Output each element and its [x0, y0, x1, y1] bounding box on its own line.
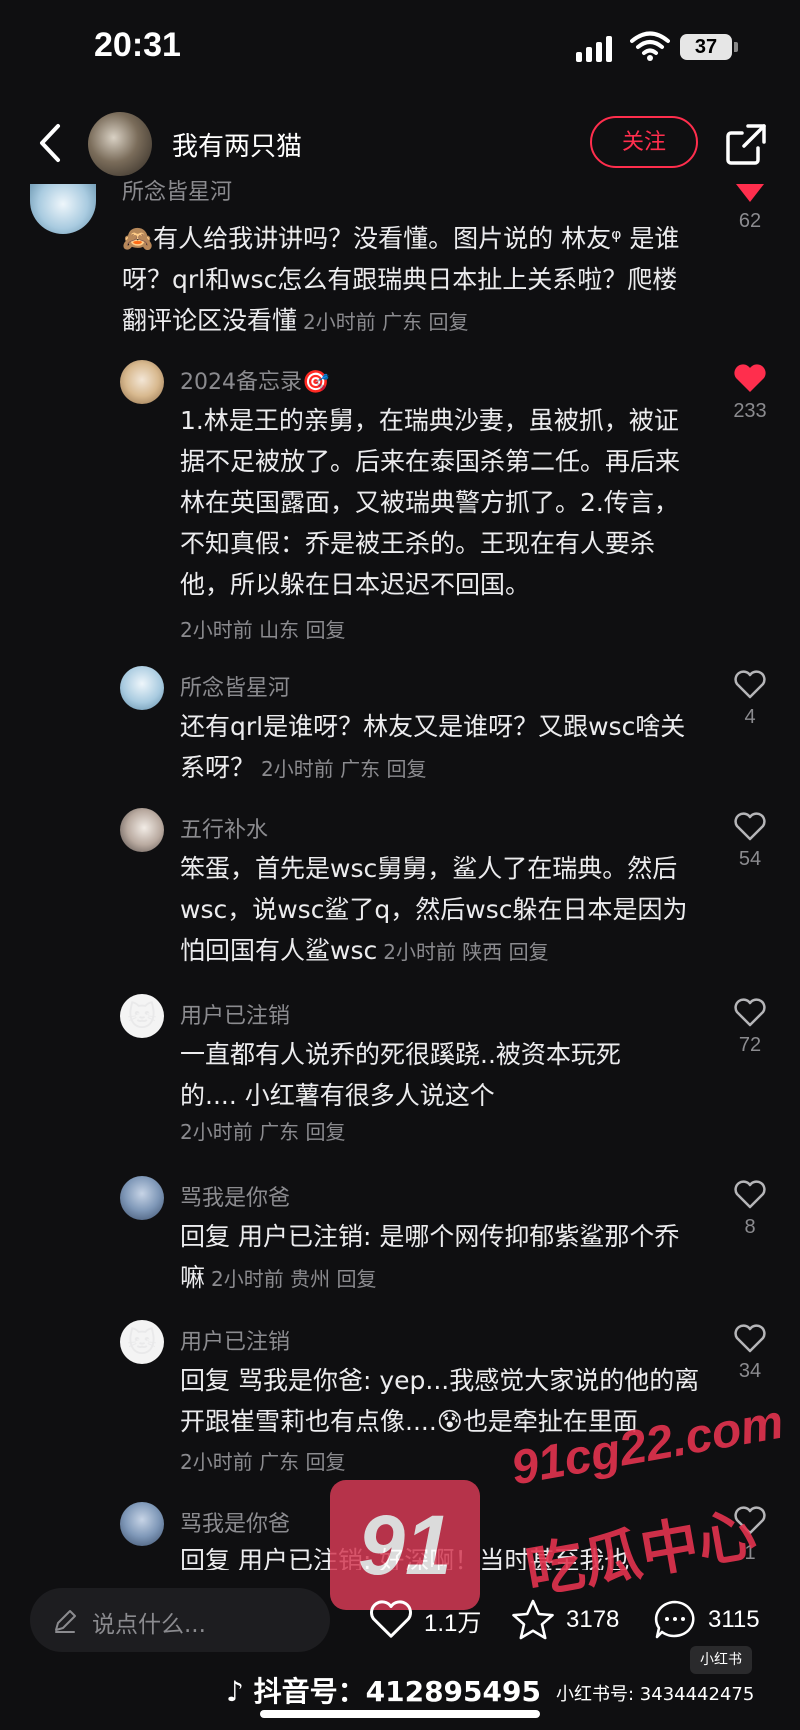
comment-text[interactable]: 🙈有人给我讲讲吗？没看懂。图片说的 林友ᵠ 是谁呀？qrl和wsc怎么有跟瑞典日…: [122, 218, 692, 343]
commenter-name[interactable]: 2024备忘录🎯: [180, 364, 329, 396]
author-avatar[interactable]: [88, 112, 152, 176]
commenter-name[interactable]: 所念皆星河: [122, 174, 232, 206]
commenter-avatar[interactable]: [120, 1176, 164, 1220]
reply-item: 所念皆星河 还有qrl是谁呀？林友又是谁呀？又跟wsc啥关系呀？ 2小时前 广东 …: [0, 664, 800, 784]
like-count: 4: [744, 706, 756, 728]
heart-outline-icon: [370, 1600, 412, 1638]
status-time: 20:31: [94, 26, 181, 64]
emoji-icon: 🙈: [122, 224, 154, 253]
comment-text[interactable]: 回复 用户已注销: 是哪个网传抑郁紫鲨那个乔嘛 2小时前 贵州 回复: [180, 1216, 690, 1300]
comment-total: 3115: [708, 1606, 760, 1633]
status-bar: 20:31 37: [0, 0, 800, 100]
like-action[interactable]: 1.1万: [368, 1592, 481, 1648]
heart-outline-icon: [734, 1324, 766, 1353]
post-header: 我有两只猫 关注: [0, 100, 800, 190]
commenter-avatar[interactable]: [120, 360, 164, 404]
like-button[interactable]: 72: [730, 998, 770, 1057]
commenter-name[interactable]: 用户已注销: [180, 998, 290, 1030]
commenter-avatar[interactable]: 🐱: [120, 1320, 164, 1364]
collect-action[interactable]: 3178: [510, 1592, 619, 1648]
douyin-id: ♪ 抖音号：412895495: [226, 1675, 541, 1708]
heart-outline-icon: [734, 670, 766, 699]
battery-icon: 37: [680, 34, 738, 60]
reply-prefix[interactable]: 回复 骂我是你爸:: [180, 1366, 371, 1395]
comment-text[interactable]: 1.林是王的亲舅，在瑞典沙妻，虽被抓，被证据不足被放了。后来在泰国杀第二任。再后…: [180, 400, 690, 605]
comment-meta: 2小时前 广东 回复: [261, 757, 427, 781]
like-count: 233: [733, 400, 767, 422]
heart-filled-icon: [734, 364, 766, 392]
reply-item: 2024备忘录🎯 1.林是王的亲舅，在瑞典沙妻，虽被抓，被证据不足被放了。后来在…: [0, 358, 800, 648]
bottom-action-bar: 说点什么... 1.1万 3178 3115: [0, 1580, 800, 1660]
comment-meta: 2小时前 广东 回复: [303, 310, 469, 334]
comment-meta: 2小时前 贵州 回复: [211, 1267, 377, 1291]
heart-outline-icon: [734, 812, 766, 841]
like-count: 72: [738, 1034, 762, 1056]
reply-item: 骂我是你爸 回复 用户已注销: 是哪个网传抑郁紫鲨那个乔嘛 2小时前 贵州 回复 …: [0, 1174, 800, 1294]
like-button[interactable]: 62: [730, 182, 770, 233]
reply-item: 五行补水 笨蛋，首先是wsc舅舅，鲨人了在瑞典。然后wsc，说wsc鲨了q，然后…: [0, 806, 800, 970]
star-icon: [512, 1599, 554, 1640]
like-total: 1.1万: [424, 1609, 482, 1637]
commenter-avatar[interactable]: 🐱: [120, 994, 164, 1038]
xiaohongshu-id: 小红书号: 3434442475: [556, 1684, 755, 1705]
comment-meta: 2小时前 广东 回复: [180, 1450, 346, 1474]
like-count: 62: [738, 210, 762, 232]
share-icon[interactable]: [724, 122, 768, 166]
comment-action[interactable]: 3115: [652, 1592, 760, 1648]
back-icon[interactable]: [30, 118, 70, 168]
home-indicator: [260, 1710, 540, 1718]
comment-meta: 2小时前 山东 回复: [180, 618, 346, 642]
author-username[interactable]: 我有两只猫: [172, 126, 302, 163]
reply-prefix[interactable]: 回复 用户已注销:: [180, 1222, 371, 1251]
like-button[interactable]: 8: [730, 1180, 770, 1239]
commenter-name[interactable]: 所念皆星河: [180, 670, 290, 702]
commenter-avatar[interactable]: [120, 808, 164, 852]
comment-text[interactable]: 笨蛋，首先是wsc舅舅，鲨人了在瑞典。然后wsc，说wsc鲨了q，然后wsc躲在…: [180, 848, 700, 973]
commenter-name[interactable]: 五行补水: [180, 812, 268, 844]
heart-outline-icon: [734, 1180, 766, 1209]
like-count: 8: [744, 1216, 756, 1238]
commenter-name[interactable]: 用户已注销: [180, 1324, 290, 1356]
follow-button[interactable]: 关注: [590, 116, 698, 168]
heart-filled-icon: [736, 184, 764, 202]
like-button[interactable]: 233: [730, 364, 770, 423]
collect-total: 3178: [566, 1606, 620, 1633]
commenter-avatar[interactable]: [30, 184, 96, 234]
like-button[interactable]: 4: [730, 670, 770, 729]
like-button[interactable]: 54: [730, 812, 770, 871]
comment-placeholder: 说点什么...: [92, 1612, 206, 1638]
commenter-avatar[interactable]: [120, 666, 164, 710]
reply-item: 🐱 用户已注销 一直都有人说乔的死很蹊跷..被资本玩死的.... 小红薯有很多人…: [0, 992, 800, 1146]
comment-item: 所念皆星河 🙈有人给我讲讲吗？没看懂。图片说的 林友ᵠ 是谁呀？qrl和wsc怎…: [0, 180, 800, 343]
wifi-icon: [630, 31, 670, 61]
comment-meta: 2小时前 陕西 回复: [383, 940, 549, 964]
tiktok-icon: ♪: [226, 1675, 244, 1708]
comment-text[interactable]: 还有qrl是谁呀？林友又是谁呀？又跟wsc啥关系呀？ 2小时前 广东 回复: [180, 706, 700, 790]
xiaohongshu-logo: 小红书: [690, 1646, 752, 1674]
commenter-name[interactable]: 骂我是你爸: [180, 1506, 290, 1538]
like-count: 34: [738, 1360, 762, 1382]
comment-bubble-icon: [654, 1600, 695, 1639]
like-button[interactable]: 34: [730, 1324, 770, 1383]
commenter-name[interactable]: 骂我是你爸: [180, 1180, 290, 1212]
comment-text[interactable]: 一直都有人说乔的死很蹊跷..被资本玩死的.... 小红薯有很多人说这个: [180, 1034, 670, 1116]
comment-meta: 2小时前 广东 回复: [180, 1120, 346, 1144]
heart-outline-icon: [734, 998, 766, 1027]
commenter-avatar[interactable]: [120, 1502, 164, 1546]
like-count: 54: [738, 848, 762, 870]
signal-icon: [576, 36, 616, 62]
comment-input[interactable]: 说点什么...: [30, 1588, 330, 1652]
pencil-icon: [55, 1610, 76, 1633]
